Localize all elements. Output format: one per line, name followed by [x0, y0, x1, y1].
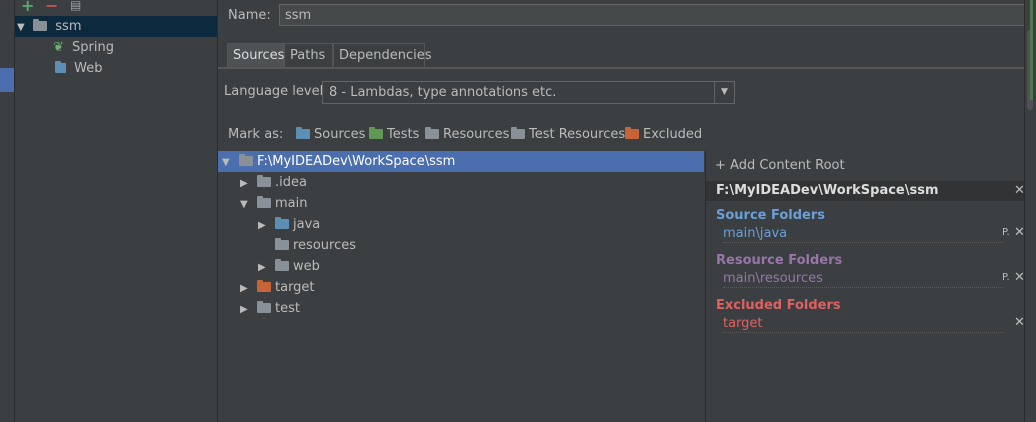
tree-row-resources[interactable]: resources: [275, 235, 356, 256]
name-label: Name:: [228, 8, 271, 23]
tree-row-test[interactable]: ▶ test: [240, 298, 300, 319]
tree-row-label: java: [293, 217, 321, 232]
tree-row-label: main: [275, 196, 308, 211]
mark-test-resources-label: Test Resources: [529, 127, 626, 142]
tree-row-java[interactable]: ▶ java: [258, 214, 320, 235]
collapse-arrow-icon[interactable]: ▶: [240, 173, 252, 194]
tree-row-label: web: [293, 259, 320, 274]
resource-folders-title: Resource Folders: [716, 253, 843, 268]
content-root-path: F:\MyIDEADev\WorkSpace\ssm: [706, 181, 1028, 201]
content-root-path-label: F:\MyIDEADev\WorkSpace\ssm: [716, 183, 939, 198]
module-settings-panel: Name: ssm Sources Paths Dependencies Lan…: [218, 0, 1036, 422]
tree-row-web[interactable]: ▶ web: [258, 256, 320, 277]
source-folder-icon: [275, 216, 289, 229]
mark-excluded-label: Excluded: [643, 127, 703, 142]
tab-dependencies[interactable]: Dependencies: [333, 43, 432, 67]
copy-icon[interactable]: ▤: [70, 0, 81, 12]
mark-tests-label: Tests: [387, 127, 420, 142]
tree-row-label: F:\MyIDEADev\WorkSpace\ssm: [257, 154, 456, 169]
tree-row-target[interactable]: ▶ target: [240, 277, 315, 298]
test-folder-icon: [369, 126, 383, 139]
module-tree-panel: + − ▤ ▼ ssm ❦ Spring Web: [15, 0, 218, 422]
facet-item-web[interactable]: Web: [55, 58, 102, 79]
folder-properties-icon[interactable]: P.: [1002, 272, 1010, 283]
facet-label: Web: [74, 61, 103, 76]
spring-leaf-icon: ❦: [53, 40, 64, 55]
resource-folder-entry: main\resources: [723, 270, 1003, 288]
source-folder-icon: [296, 126, 310, 139]
content-root-panel: + Add Content Root F:\MyIDEADev\WorkSpac…: [705, 151, 1036, 422]
collapse-arrow-icon[interactable]: ▶: [240, 299, 252, 320]
folder-icon: [239, 153, 253, 166]
tree-row-root[interactable]: ▼ F:\MyIDEADev\WorkSpace\ssm: [222, 151, 455, 172]
module-toolbar: + − ▤: [15, 0, 217, 15]
collapse-arrow-icon[interactable]: ▶: [258, 215, 270, 236]
language-level-label: Language level:: [224, 84, 328, 99]
mark-as-label: Mark as:: [228, 127, 284, 142]
name-input[interactable]: ssm: [279, 4, 1031, 26]
source-folders-title: Source Folders: [716, 208, 826, 223]
tree-row-label: .idea: [275, 175, 307, 190]
mark-excluded-button[interactable]: Excluded: [625, 125, 702, 145]
mark-resources-label: Resources: [443, 127, 510, 142]
module-item-ssm[interactable]: ▼ ssm: [15, 16, 217, 37]
folder-icon: [257, 174, 271, 187]
excluded-folders-title: Excluded Folders: [716, 298, 841, 313]
expand-arrow-icon[interactable]: ▼: [222, 152, 234, 173]
minus-icon[interactable]: −: [45, 0, 58, 15]
excluded-folder-icon: [625, 126, 639, 139]
mark-sources-button[interactable]: Sources: [296, 125, 365, 145]
collapse-arrow-icon[interactable]: ▶: [240, 278, 252, 299]
tree-row-idea[interactable]: ▶ .idea: [240, 172, 307, 193]
module-label: ssm: [55, 19, 82, 34]
mark-sources-label: Sources: [314, 127, 366, 142]
plus-icon[interactable]: +: [21, 0, 34, 15]
collapse-arrow-icon[interactable]: ▶: [258, 257, 270, 278]
expand-arrow-icon[interactable]: ▼: [17, 17, 29, 38]
tab-sources[interactable]: Sources: [227, 43, 284, 67]
content-root-tree: ▼ F:\MyIDEADev\WorkSpace\ssm ▶ .idea ▼ main…: [218, 151, 704, 422]
module-icon: [33, 18, 48, 31]
gutter-marker: [1030, 0, 1033, 100]
tab-divider: [218, 67, 1036, 69]
excluded-folder-icon: [257, 279, 271, 292]
folder-icon: [257, 300, 271, 313]
source-folder-entry: main\java: [723, 225, 1003, 243]
mark-tests-button[interactable]: Tests: [369, 125, 419, 145]
folder-icon: [257, 195, 271, 208]
tree-row-main[interactable]: ▼ main: [240, 193, 307, 214]
tree-row-label: target: [275, 280, 315, 295]
left-tool-strip: [0, 0, 15, 422]
language-level-select[interactable]: 8 - Lambdas, type annotations etc. ▼: [322, 81, 735, 104]
folder-properties-icon[interactable]: P.: [1002, 227, 1010, 238]
mark-resources-button[interactable]: Resources: [425, 125, 509, 145]
resource-folder-icon: [425, 126, 439, 139]
facet-item-spring[interactable]: ❦ Spring: [53, 37, 114, 58]
tab-paths[interactable]: Paths: [284, 43, 333, 67]
add-content-root-button[interactable]: + Add Content Root: [715, 158, 845, 173]
folder-icon: [275, 258, 289, 271]
facet-label: Spring: [72, 40, 114, 55]
expand-arrow-icon[interactable]: ▼: [240, 194, 252, 215]
tree-row-label: resources: [293, 238, 357, 253]
language-level-value: 8 - Lambdas, type annotations etc.: [329, 85, 557, 100]
mark-test-resources-button[interactable]: Test Resources: [511, 125, 625, 145]
web-facet-icon: [55, 60, 66, 73]
resource-folder-icon: [275, 237, 289, 250]
tree-row-label: test: [275, 301, 300, 316]
test-resource-folder-icon: [511, 126, 525, 139]
excluded-folder-entry: target: [723, 315, 1003, 333]
left-strip-selection: [0, 68, 14, 92]
chevron-down-icon[interactable]: ▼: [714, 82, 734, 103]
